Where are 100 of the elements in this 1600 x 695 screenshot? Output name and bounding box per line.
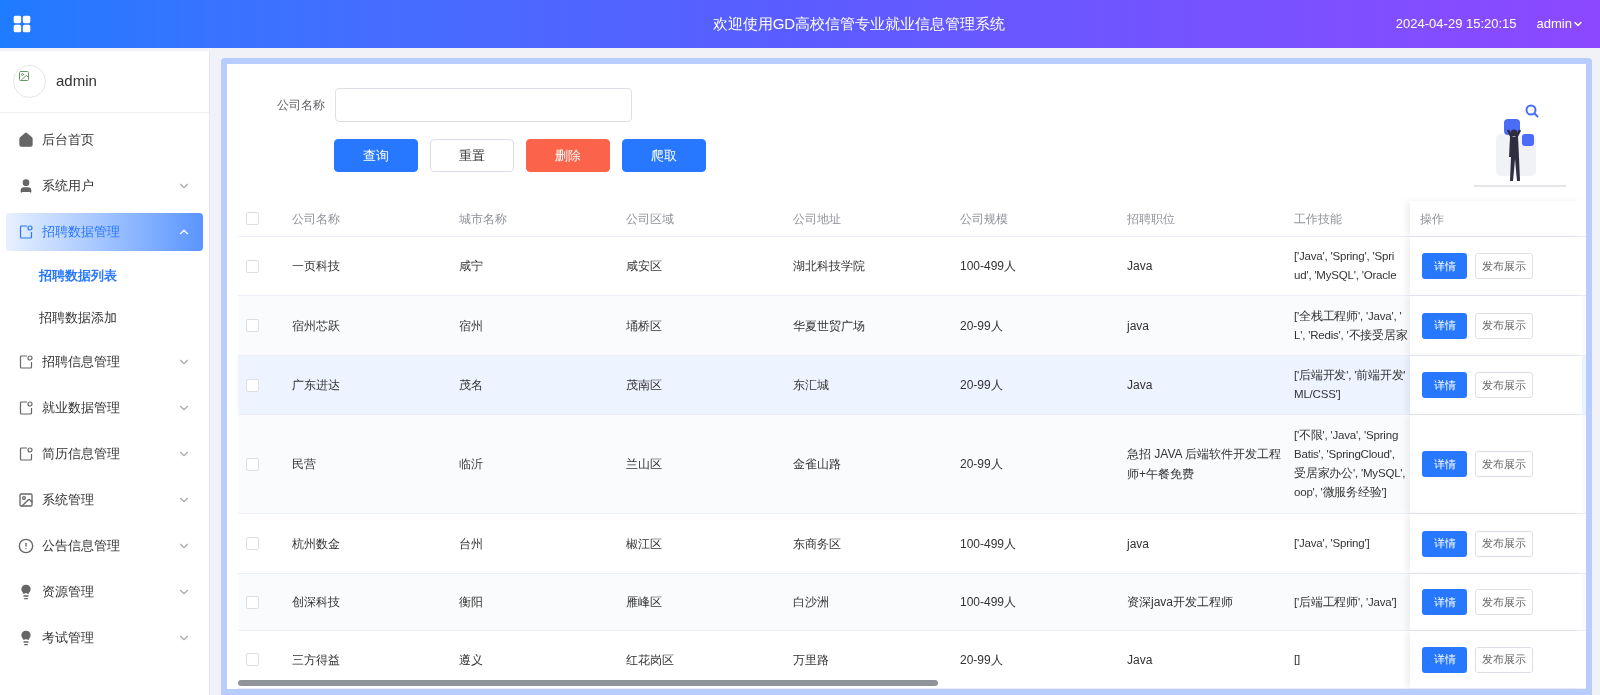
broken-image-icon	[18, 70, 30, 82]
user-menu[interactable]: admin	[1536, 14, 1584, 34]
document-icon	[18, 224, 34, 240]
table-cell-text: 三方得益	[292, 651, 341, 669]
row-checkbox[interactable]	[246, 537, 259, 550]
skills-text: ['Java', 'Spring', 'Spri	[1294, 249, 1396, 264]
horizontal-scrollbar[interactable]	[238, 680, 938, 686]
table-cell-text: 一页科技	[292, 258, 341, 275]
sidebar-item[interactable]: 后台首页	[6, 121, 203, 159]
table-cell-text: 东商务区	[793, 535, 842, 553]
details-button[interactable]: 详情	[1422, 530, 1467, 557]
row-checkbox[interactable]	[246, 457, 259, 471]
publish-button[interactable]: 发布展示	[1475, 589, 1533, 615]
publish-button[interactable]: 发布展示	[1475, 646, 1533, 673]
table-cell-text: 20-99人	[960, 456, 1004, 473]
table-cell-text: 茂名	[459, 377, 484, 394]
skills-text: ['全栈工程师', 'Java', '	[1294, 308, 1403, 324]
table-cell-text: 金雀山路	[793, 456, 842, 473]
sidebar-item[interactable]: 系统管理	[6, 481, 203, 519]
table-cell-text: 20-99人	[960, 317, 1004, 335]
table-cell-text: java	[1127, 535, 1150, 553]
table-cell-text: 创深科技	[292, 594, 341, 611]
document-icon	[18, 446, 34, 462]
publish-button[interactable]: 发布展示	[1475, 253, 1533, 279]
action-button[interactable]: 爬取	[622, 139, 706, 172]
user-icon	[18, 178, 34, 194]
row-checkbox[interactable]	[246, 259, 259, 273]
publish-button[interactable]: 发布展示	[1475, 530, 1533, 557]
column-header: 公司规模	[960, 211, 1008, 226]
document-icon	[18, 400, 34, 416]
table-cell-text: 茂南区	[626, 377, 663, 394]
table-cell-text: 临沂	[459, 456, 484, 473]
details-button[interactable]: 详情	[1422, 646, 1467, 673]
skills-text: ['Java', 'Spring']	[1294, 536, 1371, 551]
action-button[interactable]: 重置	[430, 139, 514, 172]
table-cell-text: 咸安区	[626, 258, 663, 275]
sidebar-username: admin	[56, 71, 97, 92]
sidebar-item[interactable]: 公告信息管理	[6, 527, 203, 565]
skills-text: ud', 'MySQL', 'Oracle	[1294, 268, 1398, 283]
details-button[interactable]: 详情	[1422, 589, 1467, 615]
table-cell-text: 20-99人	[960, 651, 1004, 669]
table-cell-text: 华夏世贸广场	[793, 317, 866, 335]
publish-button[interactable]: 发布展示	[1475, 312, 1533, 339]
company-name-label: 公司名称	[277, 97, 325, 114]
table-cell-text: 红花岗区	[626, 651, 675, 669]
row-checkbox[interactable]	[246, 378, 259, 392]
action-button[interactable]: 查询	[334, 139, 418, 172]
column-header: 城市名称	[459, 211, 507, 226]
table-cell-text: 宿州	[459, 317, 484, 335]
sidebar-item[interactable]: 就业数据管理	[6, 389, 203, 427]
grid-menu-icon[interactable]	[12, 14, 32, 34]
table-cell-text: 100-499人	[960, 258, 1018, 275]
system-title: 欢迎使用GD高校信管专业就业信息管理系统	[712, 13, 1006, 34]
table-cell-text: 台州	[459, 535, 484, 553]
skills-text: oop', '微服务经验']	[1294, 485, 1388, 500]
submenu-item[interactable]: 招聘数据添加	[0, 297, 209, 339]
lightbulb-icon	[18, 584, 34, 600]
table-cell-text: 遵义	[459, 651, 484, 669]
details-button[interactable]: 详情	[1422, 312, 1467, 339]
document-icon	[18, 354, 34, 370]
publish-button[interactable]: 发布展示	[1475, 451, 1533, 477]
sidebar-item[interactable]: 简历信息管理	[6, 435, 203, 473]
table-cell-text: Java	[1127, 377, 1154, 394]
table-cell-text: 湖北科技学院	[793, 258, 866, 275]
skills-text: L', 'Redis', '不接受居家	[1294, 327, 1409, 343]
table-cell-text: 资深java开发工程师	[1127, 594, 1234, 611]
details-button[interactable]: 详情	[1422, 372, 1467, 398]
alert-icon	[18, 538, 34, 554]
table-cell-text: java	[1127, 317, 1150, 335]
table-cell-text: 兰山区	[626, 456, 663, 473]
submenu-item[interactable]: 招聘数据列表	[0, 255, 209, 297]
row-checkbox[interactable]	[246, 319, 259, 332]
sidebar-item[interactable]: 系统用户	[6, 167, 203, 205]
image-icon	[18, 492, 34, 508]
skills-text: ['不限', 'Java', 'Spring	[1294, 428, 1400, 443]
row-checkbox[interactable]	[246, 653, 259, 666]
column-header: 公司区域	[626, 211, 674, 226]
table-cell-text: 急招 JAVA 后端软件开发工程师+午餐免费	[1127, 446, 1282, 483]
table-cell-text: 万里路	[793, 651, 830, 669]
datetime: 2024-04-29 15:20:15	[1395, 15, 1517, 34]
table-cell-text: 杭州数金	[292, 535, 341, 553]
sidebar-item[interactable]: 考试管理	[6, 619, 203, 657]
details-button[interactable]: 详情	[1422, 451, 1467, 477]
skills-text: ML/CSS']	[1294, 387, 1342, 402]
skills-text: ['后端工程师', 'Java']	[1294, 594, 1398, 610]
column-header: 招聘职位	[1127, 211, 1175, 226]
sidebar-item[interactable]: 资源管理	[6, 573, 203, 611]
table-cell-text: Java	[1127, 258, 1154, 275]
table-cell-text: 东汇城	[793, 377, 830, 394]
table-cell-text: 咸宁	[459, 258, 484, 275]
table-cell-text: 雁峰区	[626, 594, 663, 611]
column-header: 操作	[1420, 210, 1444, 228]
company-name-input[interactable]	[335, 88, 632, 122]
select-all-checkbox[interactable]	[246, 212, 259, 225]
publish-button[interactable]: 发布展示	[1475, 372, 1533, 398]
skills-text: ['后端开发', '前端开发'	[1294, 368, 1407, 383]
table-cell-text: 民营	[292, 456, 317, 473]
details-button[interactable]: 详情	[1422, 253, 1467, 279]
sidebar-item[interactable]: 招聘信息管理	[6, 343, 203, 381]
row-checkbox[interactable]	[246, 595, 259, 609]
